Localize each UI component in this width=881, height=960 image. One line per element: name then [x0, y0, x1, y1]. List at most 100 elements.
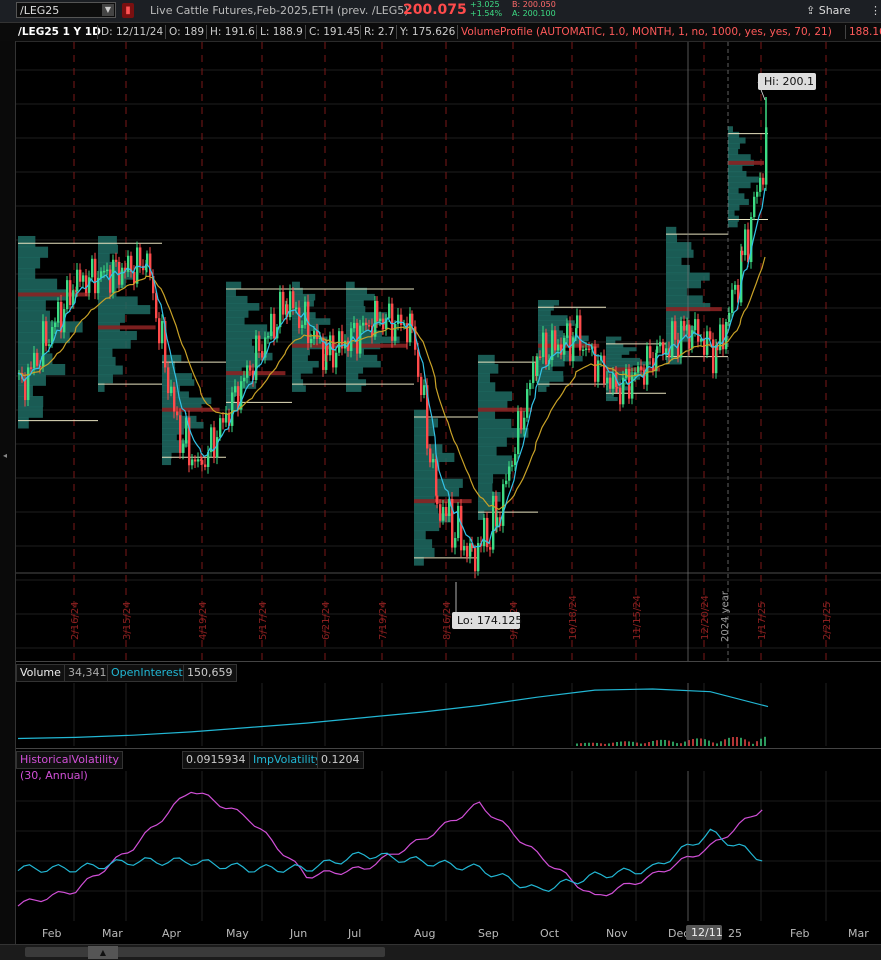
candle-body: [659, 342, 662, 347]
volume-profile-bar: [414, 530, 426, 540]
volume-bar: [632, 741, 634, 746]
volume-profile-bar: [728, 126, 733, 133]
volume-bar: [756, 741, 758, 746]
implied-volatility-line: [17, 828, 763, 892]
candle-body: [27, 367, 30, 401]
candle-body: [523, 417, 526, 430]
candle-body: [176, 411, 179, 416]
candle-body: [91, 258, 94, 278]
volume-bar: [592, 742, 594, 746]
candle-body: [457, 505, 460, 539]
volume-bar: [704, 739, 706, 746]
volume-profile-bar: [346, 293, 375, 301]
collapse-arrow-icon[interactable]: ◂: [3, 451, 7, 460]
candle-body: [683, 321, 686, 331]
volume-bar: [708, 740, 710, 746]
time-axis-label: Mar: [102, 927, 123, 940]
candle-body: [511, 465, 514, 467]
candle-body: [66, 280, 69, 310]
bid-ask: B: 200.050 A: 200.100: [512, 0, 556, 18]
volume-profile-bar: [728, 193, 745, 200]
volume-profile-bar: [728, 131, 740, 138]
volume-bar: [620, 741, 622, 746]
volume-profile-bar: [666, 257, 682, 266]
volume-profile-bar: [98, 374, 113, 384]
bar-range: R: 2.7: [364, 26, 395, 38]
volume-bar: [608, 743, 610, 746]
more-icon[interactable]: ⋮: [870, 4, 881, 17]
candle-body: [170, 386, 173, 394]
volume-profile-bar: [666, 249, 694, 258]
volume-profile-bar: [414, 426, 435, 437]
candle-body: [631, 375, 634, 399]
volume-profile-bar: [478, 391, 513, 402]
candle-body: [298, 307, 301, 329]
volume-chart[interactable]: [16, 683, 881, 746]
alert-icon[interactable]: ▮: [122, 3, 134, 18]
volume-profile-bar: [98, 365, 123, 375]
candle-body: [326, 345, 329, 356]
candle-body: [30, 367, 33, 369]
volume-profile-bar: [292, 360, 319, 368]
volume-profile-bar: [666, 280, 702, 289]
candle-body: [191, 459, 194, 466]
volume-bar: [684, 741, 686, 746]
scroll-handle-icon[interactable]: ▲: [88, 946, 118, 959]
scroll-thumb[interactable]: [25, 947, 385, 957]
candle-body: [606, 377, 609, 384]
candle-body: [194, 459, 197, 462]
vertical-date-label: 8/16/24: [442, 601, 453, 640]
candle-body: [566, 323, 569, 338]
candle-body: [656, 346, 659, 353]
time-axis-label: Jul: [347, 927, 361, 940]
volatility-chart[interactable]: [16, 771, 881, 921]
time-axis[interactable]: Feb Mar Apr May Jun Jul Aug Sep Oct Nov Dec 25 Feb Ma…: [16, 922, 881, 944]
candle-body: [759, 177, 762, 192]
candle-body: [460, 505, 463, 551]
vertical-date-label: 1/17/25: [757, 601, 768, 640]
symbol-input[interactable]: /LEG25 ▼: [16, 2, 116, 18]
candle-body: [697, 319, 700, 342]
candle-body: [728, 312, 731, 322]
left-collapse-strip[interactable]: ◂: [0, 41, 16, 959]
volume-profile-bar: [226, 281, 242, 290]
volume-profile-bar: [666, 295, 703, 304]
volume-bar: [660, 739, 662, 746]
candle-body: [48, 344, 51, 346]
volume-bar: [624, 741, 626, 746]
chevron-down-icon[interactable]: ▼: [102, 4, 114, 16]
volume-profile-bar: [606, 357, 641, 362]
horizontal-scrollbar[interactable]: ▲: [0, 944, 881, 960]
open-interest-label[interactable]: OpenInterest: [107, 664, 187, 682]
volume-profile-bar: [292, 373, 301, 380]
candle-body: [477, 543, 480, 572]
volume-bar: [612, 742, 614, 746]
volume-profile-bar: [346, 281, 355, 289]
volume-profile-bar: [346, 306, 366, 313]
volume-profile-bar: [414, 521, 440, 532]
volume-bar: [648, 742, 650, 746]
share-button[interactable]: ⇪ Share ⋮: [806, 4, 881, 17]
candle-body: [662, 342, 665, 355]
volume-bar: [668, 740, 670, 746]
iv-value: 0.1204: [317, 751, 364, 769]
candle-body: [42, 321, 45, 367]
candle-body: [109, 269, 112, 293]
volume-label[interactable]: Volume: [16, 664, 65, 682]
volume-profile-bar: [478, 455, 512, 466]
candle-body: [569, 323, 572, 361]
volume-profile-label[interactable]: VolumeProfile (AUTOMATIC, 1.0, MONTH, 1,…: [461, 26, 832, 38]
volume-profile-bar: [728, 170, 747, 178]
iv-label[interactable]: ImpVolatility: [249, 751, 326, 769]
volume-profile-bar: [728, 148, 739, 155]
price-chart[interactable]: 2/16/24 3/15/24 4/19/24 5/17/24 6/21/24 7/19/…: [16, 42, 881, 662]
candle-body: [115, 259, 118, 262]
candle-body: [179, 415, 182, 453]
candle-body: [310, 338, 313, 343]
candle-body: [640, 366, 643, 370]
hv-label[interactable]: HistoricalVolatility (30, Annual): [16, 751, 124, 782]
candle-body: [106, 269, 109, 272]
price-change: +3.025 +1.54%: [470, 0, 502, 18]
volume-profile-bar: [478, 354, 495, 365]
volume-profile-bar: [162, 452, 172, 459]
